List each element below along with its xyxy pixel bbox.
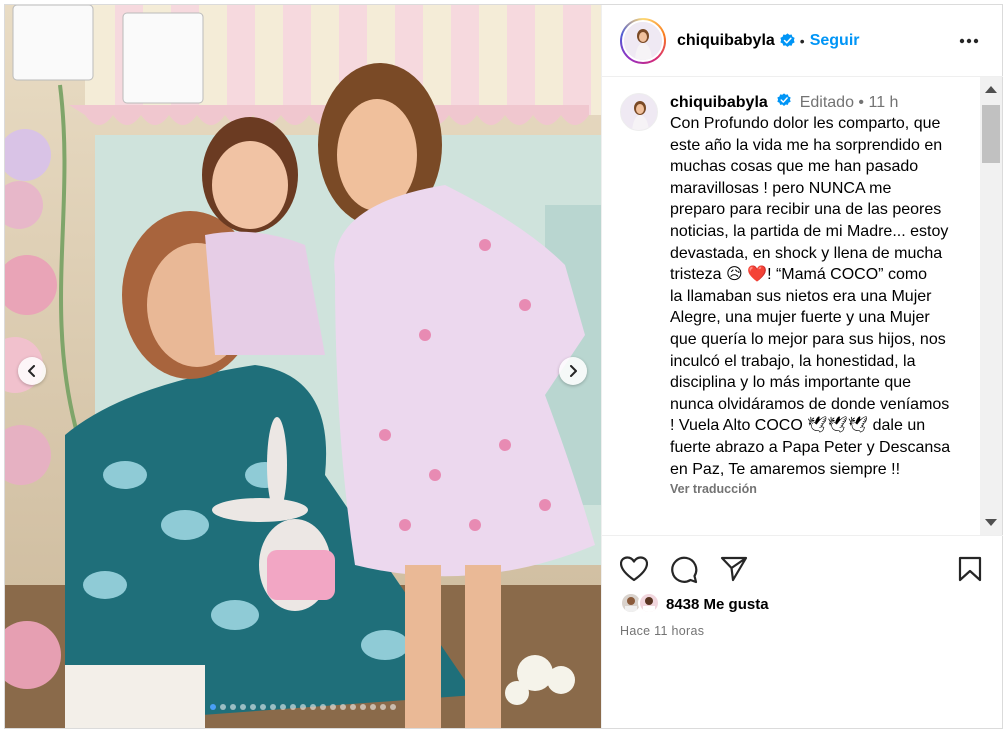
post-caption: chiquibabyla Editado • 11 h Con Profundo… bbox=[620, 93, 980, 496]
caption-line: preparo para recibir una de las peores bbox=[670, 201, 942, 219]
caption-line: noticias, la partida de mi Madre... esto… bbox=[670, 222, 949, 240]
carousel-dot bbox=[290, 704, 296, 710]
author-username[interactable]: chiquibabyla bbox=[677, 32, 775, 50]
post-details-panel: chiquibabyla • Seguir chiquibabyla Edita… bbox=[601, 5, 1003, 728]
caption-line: maravillosas ! pero NUNCA me bbox=[670, 179, 892, 197]
carousel-dot bbox=[240, 704, 246, 710]
post-header: chiquibabyla • Seguir bbox=[602, 5, 1003, 77]
carousel-dot bbox=[280, 704, 286, 710]
post-timestamp[interactable]: Hace 11 horas bbox=[620, 624, 704, 638]
carousel-dot bbox=[230, 704, 236, 710]
carousel-dot bbox=[270, 704, 276, 710]
follow-button[interactable]: Seguir bbox=[810, 32, 860, 50]
carousel-prev-button[interactable] bbox=[18, 357, 46, 385]
post-photo[interactable] bbox=[5, 5, 601, 728]
caption-line: tristeza 😥 ❤️! “Mamá COCO” como bbox=[670, 266, 928, 284]
caption-line: fuerte abrazo a Papa Peter y Descansa bbox=[670, 438, 951, 456]
post-actions: 8438 Me gusta Hace 11 horas bbox=[602, 535, 1003, 728]
carousel-dot bbox=[370, 704, 376, 710]
carousel-dot bbox=[220, 704, 226, 710]
likes-summary[interactable]: 8438 Me gusta bbox=[620, 592, 769, 616]
caption-line: inculcó el trabajo, la honestidad, la bbox=[670, 352, 916, 370]
liker-avatars bbox=[620, 592, 662, 616]
comment-button[interactable] bbox=[670, 556, 698, 589]
carousel-dot bbox=[380, 704, 386, 710]
avatar-image bbox=[621, 94, 657, 130]
share-button[interactable] bbox=[720, 556, 748, 587]
caption-meta: chiquibabyla Editado • 11 h bbox=[670, 93, 980, 113]
edited-label: Editado bbox=[799, 94, 854, 111]
share-icon bbox=[720, 556, 748, 582]
carousel-dot bbox=[210, 704, 216, 710]
verified-badge-icon bbox=[780, 33, 795, 48]
caption-line: la llamaban sus nietos era una Mujer bbox=[670, 287, 932, 305]
caption-line: Con Profundo dolor les comparto, que bbox=[670, 115, 941, 132]
like-button[interactable] bbox=[619, 556, 649, 587]
comments-scrollbar[interactable] bbox=[980, 77, 1002, 535]
verified-badge-icon bbox=[777, 93, 791, 107]
author-avatar[interactable] bbox=[620, 17, 666, 64]
carousel-dot bbox=[360, 704, 366, 710]
carousel-dot bbox=[350, 704, 356, 710]
chevron-right-icon bbox=[570, 365, 577, 377]
likes-count[interactable]: 8438 Me gusta bbox=[666, 596, 769, 613]
carousel-dot bbox=[300, 704, 306, 710]
caption-line: Alegre, una mujer fuerte y una Mujer bbox=[670, 309, 930, 327]
caption-line: devastada, en shock y llena de mucha bbox=[670, 244, 943, 262]
photo-illustration bbox=[5, 5, 601, 728]
caption-line: que quería lo mejor para sus hijos, nos bbox=[670, 330, 946, 348]
carousel-dot bbox=[340, 704, 346, 710]
avatar-image bbox=[624, 21, 662, 60]
scroll-down-arrow-icon[interactable] bbox=[985, 519, 997, 526]
carousel-dot bbox=[260, 704, 266, 710]
caption-username[interactable]: chiquibabyla bbox=[670, 94, 768, 111]
caption-avatar[interactable] bbox=[620, 93, 658, 131]
caption-line: nunca olvidáramos de donde veníamos bbox=[670, 395, 950, 413]
caption-line: muchas cosas que me han pasado bbox=[670, 158, 919, 176]
carousel-indicator bbox=[5, 704, 601, 710]
carousel-dot bbox=[320, 704, 326, 710]
scrollbar-thumb[interactable] bbox=[982, 105, 1000, 163]
caption-text: Con Profundo dolor les comparto, que este… bbox=[670, 113, 980, 480]
caption-line: en Paz, Te amaremos siempre !! bbox=[670, 460, 901, 478]
carousel-dot bbox=[390, 704, 396, 710]
carousel-dot bbox=[250, 704, 256, 710]
save-button[interactable] bbox=[958, 556, 982, 587]
carousel-next-button[interactable] bbox=[559, 357, 587, 385]
caption-line: ! Vuela Alto COCO 🕊🕊🕊 dale un bbox=[670, 417, 926, 435]
heart-icon bbox=[619, 556, 649, 582]
liker-avatar bbox=[638, 592, 660, 614]
scroll-up-arrow-icon[interactable] bbox=[985, 86, 997, 93]
caption-time[interactable]: 11 h bbox=[868, 94, 898, 111]
comments-section: chiquibabyla Editado • 11 h Con Profundo… bbox=[602, 77, 1003, 535]
more-options-button[interactable] bbox=[959, 31, 979, 49]
bookmark-icon bbox=[958, 556, 982, 582]
header-separator: • bbox=[799, 32, 805, 49]
carousel-dot bbox=[310, 704, 316, 710]
caption-line: disciplina y lo más importante que bbox=[670, 374, 912, 392]
chevron-left-icon bbox=[28, 365, 35, 377]
caption-separator: • bbox=[858, 94, 865, 111]
caption-line: este año la vida me ha sorprendido en bbox=[670, 136, 943, 154]
more-horizontal-icon bbox=[959, 38, 979, 44]
carousel-dot bbox=[330, 704, 336, 710]
post-dialog: chiquibabyla • Seguir chiquibabyla Edita… bbox=[4, 4, 1003, 729]
comment-icon bbox=[671, 556, 698, 584]
see-translation-link[interactable]: Ver traducción bbox=[670, 482, 980, 496]
